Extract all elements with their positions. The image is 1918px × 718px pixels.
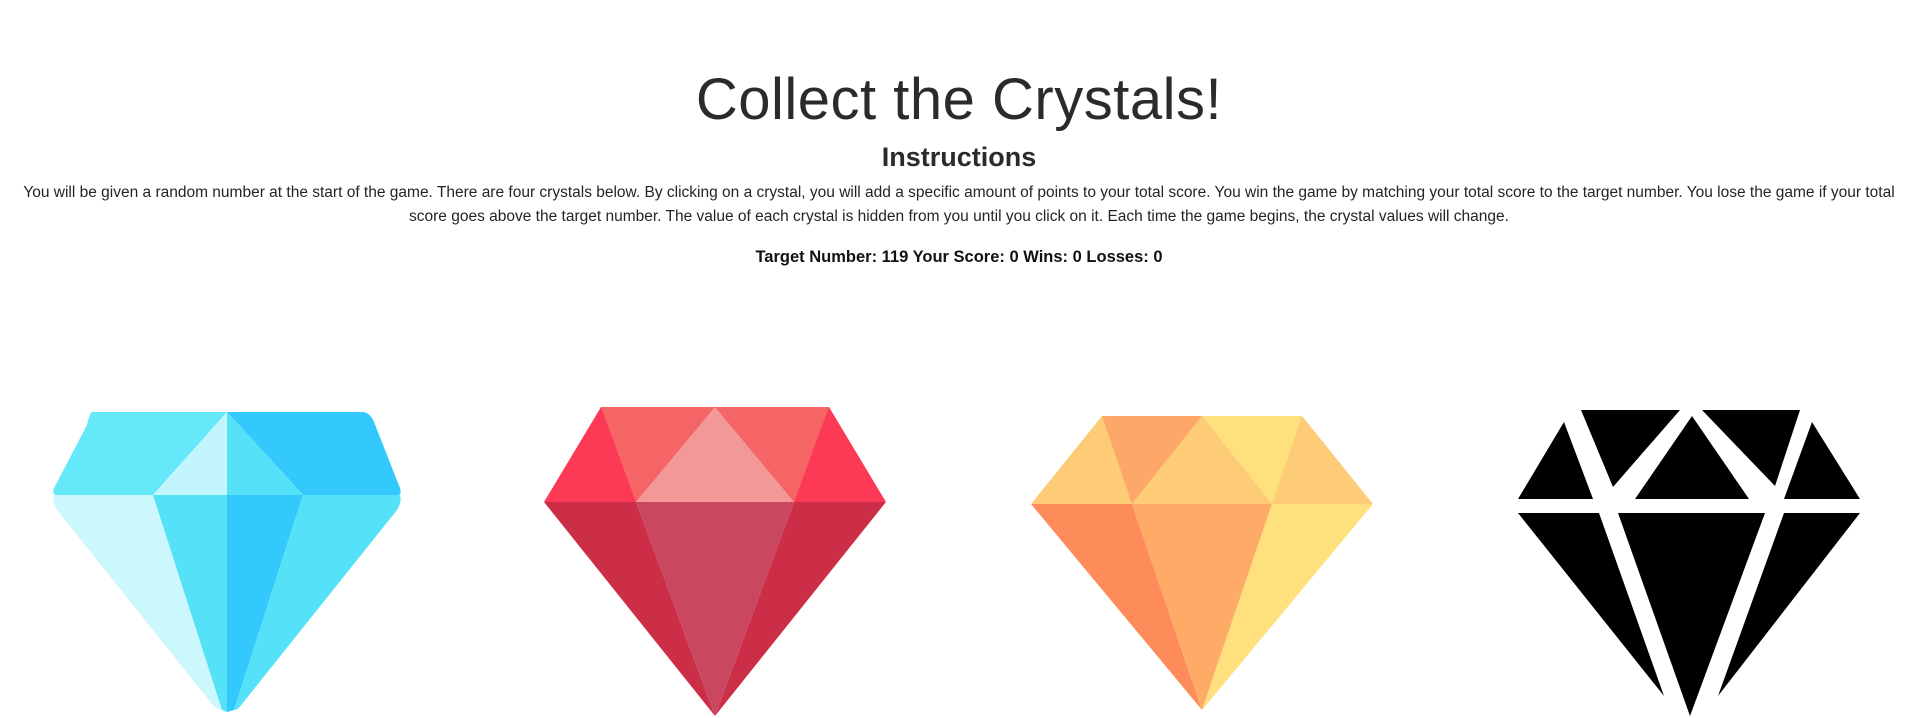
score-value: 0: [1009, 248, 1019, 266]
losses-label: Losses:: [1086, 248, 1149, 266]
wins-label: Wins:: [1023, 248, 1069, 266]
crystal-button-blue[interactable]: [52, 400, 402, 718]
crystal-button-orange[interactable]: [1027, 400, 1377, 718]
target-label: Target Number:: [755, 248, 878, 266]
crystal-button-red[interactable]: [540, 400, 890, 718]
scoreboard: Target Number: 119 Your Score: 0 Wins: 0…: [0, 245, 1918, 269]
page-title: Collect the Crystals!: [695, 67, 1223, 132]
crystal-button-black[interactable]: [1515, 400, 1865, 718]
black-crystal-icon: [1518, 410, 1860, 716]
instructions-text: You will be given a random number at the…: [23, 184, 1895, 225]
red-crystal-icon: [544, 407, 886, 716]
target-value: 119: [881, 248, 909, 266]
losses-value: 0: [1153, 248, 1163, 266]
orange-crystal-icon: [1031, 416, 1373, 710]
score-label: Your Score:: [912, 248, 1005, 266]
game-page: Collect the Crystals! Instructions You w…: [0, 0, 1918, 718]
blue-crystal-icon: [53, 412, 401, 712]
wins-value: 0: [1072, 248, 1082, 266]
instructions-heading: Instructions: [881, 142, 1037, 172]
